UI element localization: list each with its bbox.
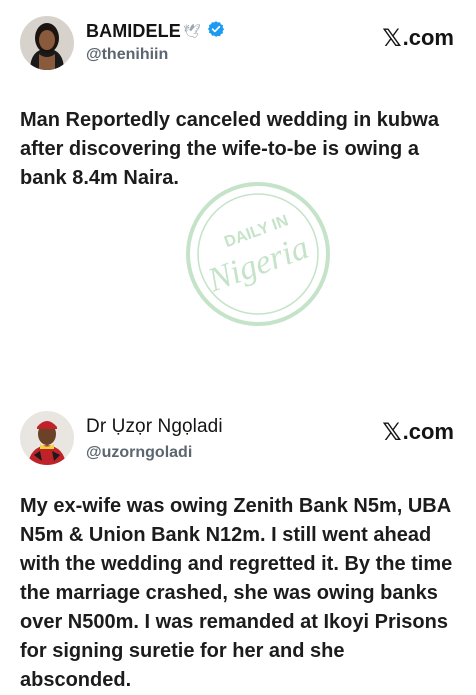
avatar[interactable] — [20, 411, 74, 465]
author-name[interactable]: BAMIDELE — [86, 21, 181, 42]
author-name-row: BAMIDELE 🕊 — [86, 20, 225, 43]
author-name[interactable]: Dr Ụzọr Ngọladi — [86, 416, 223, 438]
x-logo-icon: 𝕏 — [382, 418, 402, 446]
author-handle[interactable]: @thenihiin — [86, 46, 168, 64]
x-brand-suffix: .com — [402, 419, 454, 444]
x-brand-logo: 𝕏 .com — [382, 418, 454, 446]
dove-emoji-icon: 🕊 — [182, 23, 201, 39]
watermark-text-main: Nigeria — [202, 229, 313, 300]
author-name-row: Dr Ụzọr Ngọladi — [86, 416, 223, 438]
tweet-text: My ex-wife was owing Zenith Bank N5m, UB… — [20, 495, 453, 691]
x-brand-suffix: .com — [402, 25, 454, 50]
verified-badge-icon — [207, 20, 225, 43]
avatar[interactable] — [20, 16, 74, 70]
author-handle[interactable]: @uzorngoladi — [86, 444, 192, 462]
x-brand-logo: 𝕏 .com — [382, 24, 454, 52]
x-logo-icon: 𝕏 — [382, 24, 402, 52]
daily-in-nigeria-watermark: DAILY IN Nigeria — [178, 174, 338, 334]
watermark-text-top: DAILY IN — [222, 212, 290, 251]
tweet-text: Man Reportedly canceled wedding in kubwa… — [20, 109, 439, 189]
